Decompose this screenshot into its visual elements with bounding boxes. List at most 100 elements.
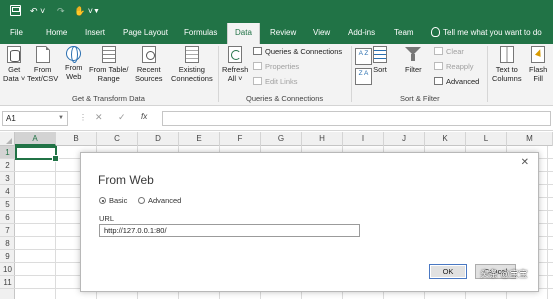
from-table-label-1: From Table/ xyxy=(89,65,129,74)
row-header[interactable]: 3 xyxy=(0,172,15,185)
active-cell[interactable] xyxy=(15,146,59,162)
column-header-c[interactable]: C xyxy=(97,132,138,146)
row-header[interactable]: 7 xyxy=(0,224,15,237)
tab-insert[interactable]: Insert xyxy=(85,23,105,44)
row-header[interactable]: 5 xyxy=(0,198,15,211)
text-to-columns-button[interactable]: Text to Columns xyxy=(492,46,522,83)
refresh-icon xyxy=(228,46,243,63)
row-header[interactable]: 1 xyxy=(0,146,15,159)
touch-mode-icon[interactable]: ✋ ˅ xyxy=(74,5,93,18)
column-header-i[interactable]: I xyxy=(343,132,384,146)
column-header-h[interactable]: H xyxy=(302,132,343,146)
flash-fill-button[interactable]: Flash Fill xyxy=(529,46,547,83)
tab-team[interactable]: Team xyxy=(394,23,414,44)
tab-file[interactable]: File xyxy=(10,23,23,44)
tab-review[interactable]: Review xyxy=(270,23,296,44)
save-icon[interactable] xyxy=(10,5,21,16)
formula-bar-grip-icon: ⋮ xyxy=(79,113,87,122)
refresh-all-button[interactable]: Refresh All ˅ xyxy=(222,46,248,83)
filter-label: Filter xyxy=(405,65,422,74)
existing-connections-button[interactable]: Existing Connections xyxy=(171,46,213,83)
row-header[interactable]: 4 xyxy=(0,185,15,198)
ok-button[interactable]: OK xyxy=(429,264,467,279)
tab-data[interactable]: Data xyxy=(227,23,260,44)
get-data-label-1: Get xyxy=(8,65,21,74)
reapply-button[interactable]: Reapply xyxy=(434,62,474,72)
advanced-filter-button[interactable]: Advanced xyxy=(434,77,479,87)
properties-button[interactable]: Properties xyxy=(253,62,299,72)
clear-filter-button[interactable]: Clear xyxy=(434,47,464,57)
queries-connections-label: Queries & Connections xyxy=(265,47,343,56)
tell-me-text: Tell me what you want to do xyxy=(443,28,542,37)
tab-formulas[interactable]: Formulas xyxy=(184,23,217,44)
row-header[interactable]: 11 xyxy=(0,276,15,289)
tab-view[interactable]: View xyxy=(313,23,330,44)
column-header-e[interactable]: E xyxy=(179,132,220,146)
row-header[interactable]: 10 xyxy=(0,263,15,276)
cancel-formula-button[interactable]: ✕ xyxy=(95,112,103,123)
group-separator xyxy=(487,46,488,102)
column-header-d[interactable]: D xyxy=(138,132,179,146)
from-table-label-2: Range xyxy=(97,74,120,83)
column-header-b[interactable]: B xyxy=(56,132,97,146)
edit-links-label: Edit Links xyxy=(265,77,298,86)
select-all-button[interactable] xyxy=(0,132,15,146)
tab-page-layout[interactable]: Page Layout xyxy=(123,23,168,44)
recent-sources-button[interactable]: Recent Sources xyxy=(135,46,163,83)
column-header-f[interactable]: F xyxy=(220,132,261,146)
url-label: URL xyxy=(99,214,115,223)
name-box[interactable]: A1 ▼ xyxy=(2,111,68,126)
edit-links-button[interactable]: Edit Links xyxy=(253,77,298,87)
column-header-j[interactable]: J xyxy=(384,132,425,146)
tab-add-ins[interactable]: Add-ins xyxy=(348,23,375,44)
row-header[interactable]: 6 xyxy=(0,211,15,224)
row-header[interactable]: 8 xyxy=(0,237,15,250)
get-data-button[interactable]: Get Data ˅ xyxy=(3,46,25,83)
from-web-button[interactable]: From Web xyxy=(65,46,83,81)
formula-input[interactable] xyxy=(162,111,551,126)
queries-connections-button[interactable]: Queries & Connections xyxy=(253,47,342,57)
properties-icon xyxy=(253,62,262,70)
tell-me-search[interactable]: Tell me what you want to do xyxy=(431,23,542,44)
radio-basic[interactable]: Basic xyxy=(99,196,127,206)
insert-function-button[interactable]: fx xyxy=(141,112,147,121)
close-icon[interactable]: ✕ xyxy=(521,157,529,168)
sort-a-to-z-button[interactable]: A Z xyxy=(355,48,372,65)
properties-label: Properties xyxy=(265,62,300,71)
radio-advanced[interactable]: Advanced xyxy=(138,196,181,206)
column-header-a[interactable]: A xyxy=(15,132,56,146)
redo-icon[interactable]: ↷ xyxy=(57,5,65,18)
customize-icon[interactable]: ▼ xyxy=(93,5,100,18)
sort-z-to-a-button[interactable]: Z A xyxy=(355,68,372,85)
sort-button[interactable]: Sort xyxy=(373,46,387,74)
radio-advanced-label: Advanced xyxy=(148,196,182,205)
column-header-k[interactable]: K xyxy=(425,132,466,146)
enter-formula-button[interactable]: ✓ xyxy=(118,112,126,123)
column-header-g[interactable]: G xyxy=(261,132,302,146)
group-label-sort-filter: Sort & Filter xyxy=(400,94,440,103)
from-text-csv-button[interactable]: From Text/CSV xyxy=(27,46,58,83)
formula-bar: A1 ▼ ⋮ ✕ ✓ fx xyxy=(0,106,553,131)
lightbulb-icon xyxy=(431,27,440,37)
from-table-range-button[interactable]: From Table/ Range xyxy=(89,46,128,83)
group-separator xyxy=(218,46,219,102)
text-to-columns-icon xyxy=(499,46,514,63)
flash-fill-label-2: Fill xyxy=(533,74,543,83)
tab-home[interactable]: Home xyxy=(46,23,67,44)
row-header[interactable]: 9 xyxy=(0,250,15,263)
radio-selected-icon xyxy=(99,197,106,204)
row-header[interactable]: 2 xyxy=(0,159,15,172)
from-web-label-1: From xyxy=(65,63,83,72)
undo-icon[interactable]: ↶ ˅ xyxy=(30,5,45,18)
filter-button[interactable]: Filter xyxy=(405,46,422,74)
text-to-columns-label-2: Columns xyxy=(492,74,522,83)
sort-az-glyph: A Z xyxy=(358,50,369,57)
flash-fill-icon xyxy=(531,46,546,63)
refresh-label-2: All ˅ xyxy=(227,74,243,83)
column-header-m[interactable]: M xyxy=(507,132,553,146)
column-header-l[interactable]: L xyxy=(466,132,507,146)
refresh-label-1: Refresh xyxy=(222,65,249,74)
chevron-down-icon[interactable]: ▼ xyxy=(58,112,64,125)
url-input[interactable]: http://127.0.0.1:80/ xyxy=(99,224,360,237)
group-separator xyxy=(351,46,352,102)
